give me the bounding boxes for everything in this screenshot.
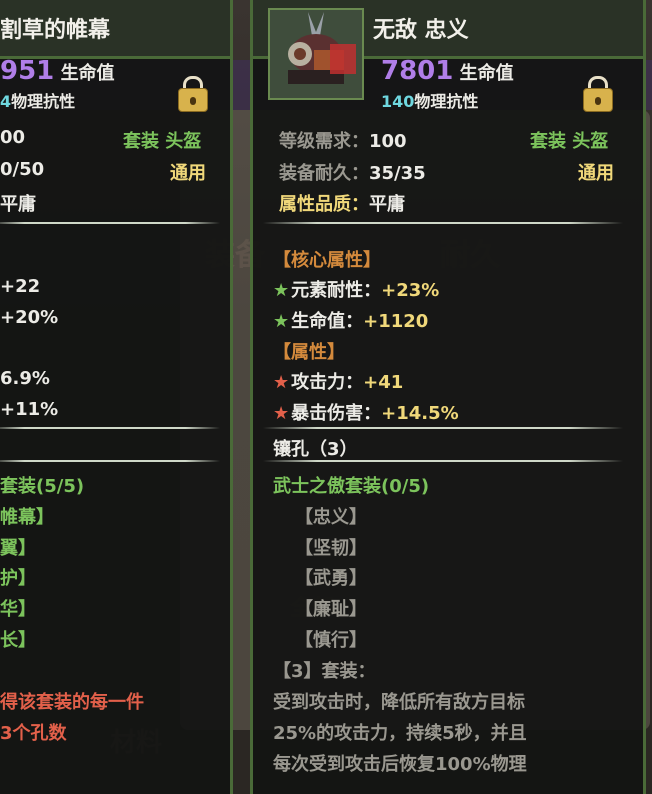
right-set-item-2: 【坚韧】 bbox=[295, 538, 367, 559]
left-bonus-line-2: 3个孔数 bbox=[0, 723, 67, 744]
right-core-stat-2-value: +1120 bbox=[363, 311, 429, 332]
right-core-stat-2: ★ 生命值：+1120 bbox=[273, 307, 428, 333]
left-stat-2: +20% bbox=[0, 307, 59, 328]
helmet-graphic bbox=[270, 10, 362, 98]
left-set-name: 套装(5/5) bbox=[0, 476, 85, 497]
right-separator-3 bbox=[263, 460, 623, 462]
left-quality: 平庸 bbox=[0, 194, 36, 215]
left-lock-icon[interactable] bbox=[178, 76, 208, 112]
right-set-item-3: 【武勇】 bbox=[295, 568, 367, 589]
right-set-bonus-header: 【3】套装： bbox=[273, 661, 376, 682]
right-durability-label: 装备耐久： bbox=[279, 163, 369, 184]
right-hp-label: 生命值 bbox=[459, 63, 514, 84]
right-quality-value: 平庸 bbox=[369, 194, 405, 215]
right-set-item-5: 【慎行】 bbox=[295, 630, 367, 651]
left-level-value: 00 bbox=[0, 127, 26, 148]
red-star-icon: ★ bbox=[273, 403, 290, 424]
left-hp-value: 951 bbox=[0, 56, 55, 86]
right-separator-2 bbox=[263, 427, 623, 429]
right-attr-stat-1-value: +41 bbox=[363, 372, 404, 393]
left-set-item-4: 华】 bbox=[0, 599, 36, 620]
left-separator-2 bbox=[0, 427, 220, 429]
right-attr-header: 【属性】 bbox=[273, 342, 345, 363]
right-set-name: 武士之傲套装(0/5) bbox=[273, 476, 430, 497]
right-attr-stat-1-label: 攻击力： bbox=[291, 372, 364, 393]
left-set-type: 套装 头盔 bbox=[123, 131, 202, 152]
left-stat-4: +11% bbox=[0, 399, 59, 420]
left-separator-3 bbox=[0, 460, 220, 462]
right-set-bonus-line-1: 受到攻击时，降低所有敌方目标 bbox=[273, 692, 525, 713]
right-attr-stat-1: ★ 攻击力：+41 bbox=[273, 368, 403, 394]
right-set-bonus-line-2: 25%的攻击力，持续5秒，并且 bbox=[273, 723, 527, 744]
samurai-helmet-icon bbox=[268, 8, 364, 100]
left-res-label: 物理抗性 bbox=[11, 92, 76, 111]
left-set-item-3: 护】 bbox=[0, 568, 36, 589]
right-attr-stat-2-label: 暴击伤害： bbox=[291, 403, 382, 424]
right-level-label: 等级需求： bbox=[279, 131, 369, 152]
right-attr-stat-2-value: +14.5% bbox=[381, 403, 459, 424]
right-set-item-1: 【忠义】 bbox=[295, 507, 367, 528]
right-core-stat-2-label: 生命值： bbox=[291, 311, 364, 332]
right-item-title: 无敌 忠义 bbox=[373, 18, 469, 43]
right-quality-label: 属性品质： bbox=[279, 194, 369, 215]
right-level-value: 100 bbox=[369, 131, 407, 152]
left-durability: 0/50 bbox=[0, 159, 45, 180]
right-lock-icon[interactable] bbox=[583, 76, 613, 112]
item-tooltip-left: 割草的帷幕 951 生命值 4物理抗性 00 套装 头盔 0/50 通用 平庸 … bbox=[0, 0, 233, 794]
left-item-title: 割草的帷幕 bbox=[0, 18, 111, 43]
right-core-stat-1: ★ 元素耐性：+23% bbox=[273, 276, 439, 302]
green-star-icon: ★ bbox=[273, 311, 290, 332]
right-core-header: 【核心属性】 bbox=[273, 250, 381, 271]
left-stat-1: +22 bbox=[0, 276, 41, 297]
right-res-label: 物理抗性 bbox=[414, 92, 479, 111]
item-tooltip-right: 无敌 忠义 7801 生命值 140物理抗性 等级需求：100 套装 头盔 装备… bbox=[250, 0, 646, 794]
left-set-item-1: 帷幕】 bbox=[0, 507, 54, 528]
right-separator-1 bbox=[263, 222, 623, 224]
right-core-stat-1-label: 元素耐性： bbox=[291, 280, 382, 301]
left-set-item-5: 长】 bbox=[0, 630, 36, 651]
right-set-type: 套装 头盔 bbox=[530, 131, 609, 152]
left-res-value: 4 bbox=[0, 92, 12, 111]
left-set-item-2: 翼】 bbox=[0, 538, 36, 559]
left-stat-3: 6.9% bbox=[0, 368, 50, 389]
left-bonus-line-1: 得该套装的每一件 bbox=[0, 692, 144, 713]
right-socket-label: 镶孔（3） bbox=[273, 439, 358, 460]
right-durability-value: 35/35 bbox=[369, 163, 426, 184]
right-attr-stat-2: ★ 暴击伤害：+14.5% bbox=[273, 399, 459, 425]
right-set-bonus-line-3: 每次受到攻击后恢复100%物理 bbox=[273, 754, 527, 775]
left-hp-label: 生命值 bbox=[60, 63, 115, 84]
left-separator-1 bbox=[0, 222, 220, 224]
right-usage: 通用 bbox=[578, 163, 614, 184]
right-res-value: 140 bbox=[381, 92, 415, 111]
left-usage: 通用 bbox=[170, 163, 206, 184]
left-title-bar: 割草的帷幕 bbox=[0, 0, 230, 59]
green-star-icon: ★ bbox=[273, 280, 290, 301]
right-core-stat-1-value: +23% bbox=[381, 280, 440, 301]
right-set-item-4: 【廉耻】 bbox=[295, 599, 367, 620]
right-hp-value: 7801 bbox=[381, 56, 454, 86]
red-star-icon: ★ bbox=[273, 372, 290, 393]
